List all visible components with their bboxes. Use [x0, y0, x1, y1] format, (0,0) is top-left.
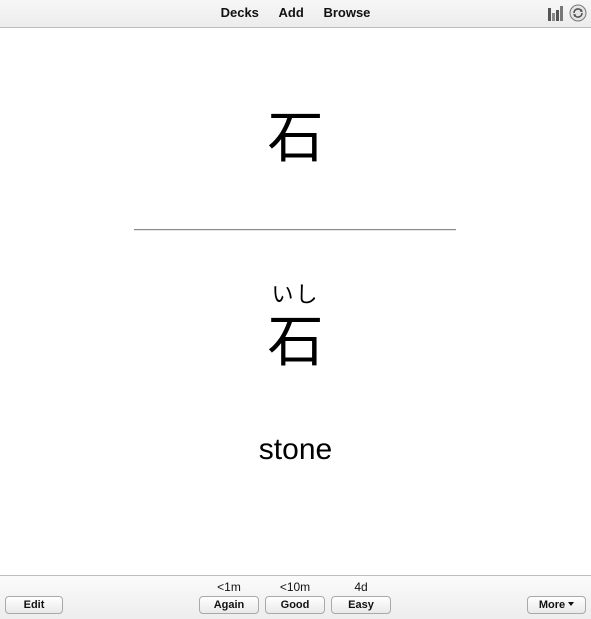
nav-decks[interactable]: Decks: [221, 5, 259, 20]
good-button[interactable]: Good: [265, 596, 325, 614]
card-reading: いし: [271, 283, 320, 308]
more-button-label: More: [538, 599, 566, 611]
again-button[interactable]: Again: [199, 596, 259, 614]
stats-icon[interactable]: [547, 4, 565, 22]
top-nav: Decks Add Browse: [0, 5, 591, 20]
toolbar-icons: [547, 4, 587, 22]
easy-interval: 4d: [354, 580, 368, 594]
chevron-down-icon: [568, 602, 575, 607]
sync-icon[interactable]: [569, 4, 587, 22]
easy-button[interactable]: Easy: [331, 596, 391, 614]
top-toolbar: Decks Add Browse: [0, 0, 591, 28]
more-button[interactable]: More: [527, 596, 586, 614]
answer-divider: [134, 229, 456, 231]
good-interval: <10m: [279, 580, 311, 594]
again-interval: <1m: [217, 580, 241, 594]
card-front-kanji: 石: [267, 106, 324, 171]
card-back-kanji: 石: [267, 310, 324, 375]
review-window: Decks Add Browse 石 いし 石 stone Edit <1m A…: [0, 0, 591, 619]
nav-browse[interactable]: Browse: [323, 5, 370, 20]
card-meaning: stone: [258, 433, 333, 466]
edit-button[interactable]: Edit: [5, 596, 63, 614]
answer-bar: Edit <1m Again <10m Good 4d Easy More: [0, 575, 591, 619]
card-view: 石 いし 石 stone: [0, 29, 591, 574]
nav-add[interactable]: Add: [279, 5, 304, 20]
